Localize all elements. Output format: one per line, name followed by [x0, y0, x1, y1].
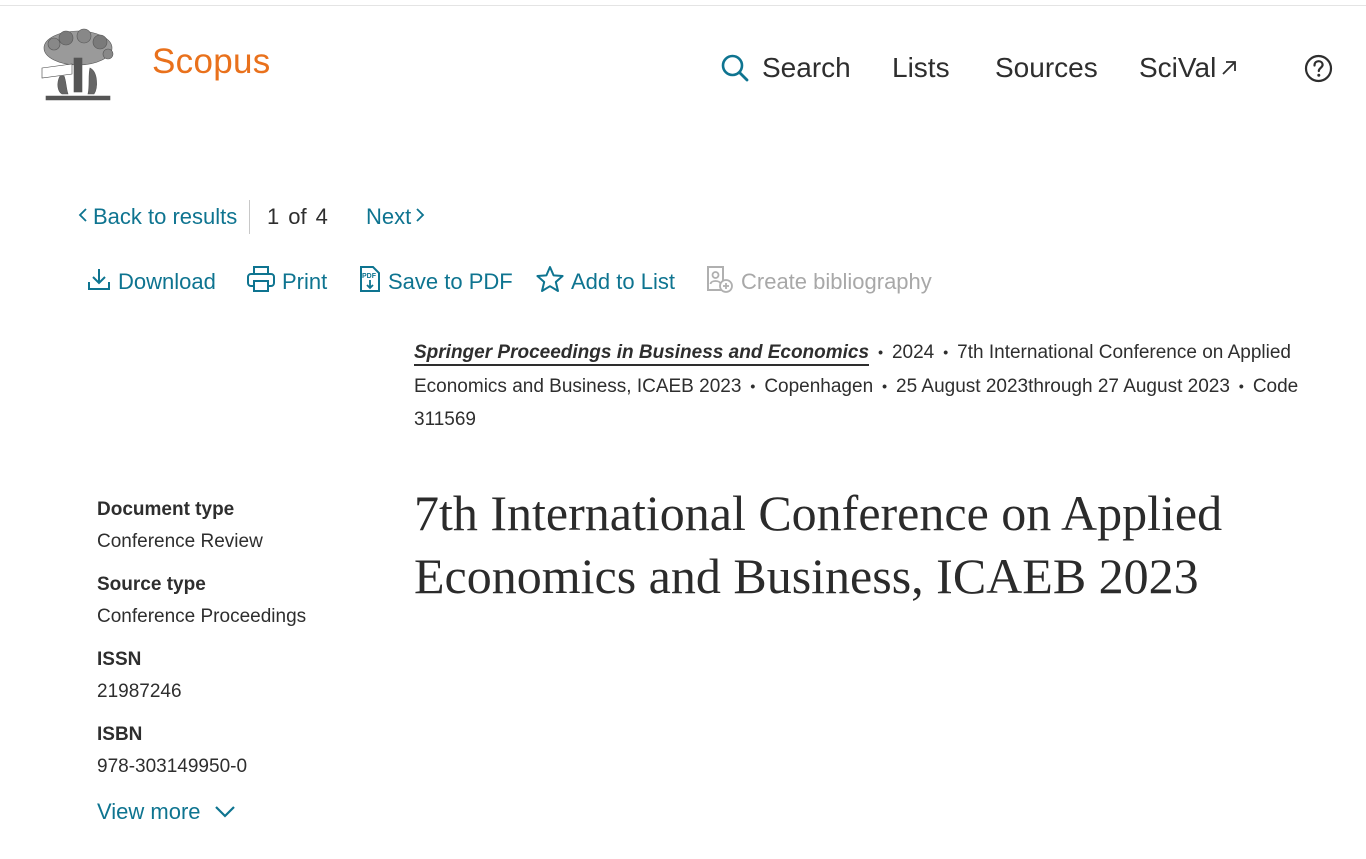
conference-dates: 25 August 2023through 27 August 2023	[896, 375, 1230, 397]
download-label: Download	[118, 269, 216, 294]
print-label: Print	[282, 269, 328, 294]
source-type-label: Source type	[97, 574, 206, 595]
source-type-block: Source type Conference Proceedings	[97, 574, 306, 628]
create-bibliography-label: Create bibliography	[741, 269, 932, 294]
result-total: 4	[315, 204, 328, 229]
separator-dot: •	[750, 377, 756, 394]
save-to-pdf-button[interactable]: PDF Save to PDF	[358, 264, 513, 300]
nav-scival[interactable]: SciVal	[1139, 48, 1238, 88]
isbn-label: ISBN	[97, 724, 143, 745]
print-button[interactable]: Print	[246, 264, 327, 300]
scopus-brand[interactable]: Scopus	[152, 42, 271, 82]
bibliography-icon	[705, 264, 741, 300]
download-icon	[86, 266, 118, 298]
separator-dot: •	[1238, 377, 1244, 394]
separator-dot: •	[943, 344, 949, 361]
document-type-value: Conference Review	[97, 531, 263, 552]
source-year: 2024	[891, 342, 935, 363]
document-type-label: Document type	[97, 499, 235, 520]
next-result-link[interactable]: Next	[366, 200, 427, 234]
isbn-block: ISBN 978-303149950-0	[97, 724, 247, 778]
back-to-results-label: Back to results	[93, 204, 238, 229]
add-to-list-button[interactable]: Add to List	[535, 264, 675, 300]
document-title: 7th International Conference on Applied …	[414, 485, 1223, 604]
chevron-down-icon	[201, 799, 237, 825]
issn-block: ISSN 21987246	[97, 649, 182, 703]
star-icon	[535, 264, 571, 300]
save-to-pdf-label: Save to PDF	[388, 269, 513, 294]
svg-text:PDF: PDF	[362, 273, 377, 280]
isbn-value: 978-303149950-0	[97, 756, 248, 777]
journal-link[interactable]: Springer Proceedings in Business and Eco…	[414, 342, 870, 366]
separator-dot: •	[878, 344, 883, 361]
source-type-value: Conference Proceedings	[97, 606, 307, 627]
nav-scival-label: SciVal	[1139, 52, 1217, 83]
issn-value: 21987246	[97, 681, 182, 702]
chevron-left-icon	[76, 204, 90, 230]
nav-sources[interactable]: Sources	[995, 48, 1098, 88]
nav-lists[interactable]: Lists	[892, 48, 950, 88]
separator-dot: •	[882, 377, 888, 394]
next-label: Next	[366, 204, 412, 229]
conference-location: Copenhagen	[764, 375, 874, 397]
result-counter: 1 of 4	[267, 200, 337, 234]
view-more-label: View more	[97, 799, 201, 824]
create-bibliography-button: Create bibliography	[705, 264, 932, 300]
nav-sources-label: Sources	[995, 52, 1098, 83]
nav-search-label: Search	[762, 52, 851, 83]
view-more-button[interactable]: View more	[97, 799, 237, 825]
document-type-block: Document type Conference Review	[97, 499, 263, 553]
result-of: of	[288, 204, 307, 229]
result-position: 1	[267, 204, 280, 229]
back-to-results-link[interactable]: Back to results	[76, 200, 237, 234]
download-button[interactable]: Download	[86, 264, 216, 300]
elsevier-tree-logo[interactable]	[36, 28, 120, 104]
issn-label: ISSN	[97, 649, 142, 670]
top-rule	[0, 5, 1366, 6]
pdf-icon: PDF	[358, 265, 388, 299]
external-link-icon	[1220, 59, 1238, 77]
nav-search[interactable]: Search	[720, 48, 851, 88]
chevron-right-icon	[413, 204, 427, 230]
add-to-list-label: Add to List	[571, 269, 675, 294]
search-icon	[720, 53, 750, 83]
result-nav-divider	[249, 200, 250, 234]
printer-icon	[246, 265, 282, 299]
source-info: Springer Proceedings in Business and Eco…	[414, 336, 1334, 437]
help-icon[interactable]	[1304, 54, 1333, 83]
nav-lists-label: Lists	[892, 52, 950, 83]
